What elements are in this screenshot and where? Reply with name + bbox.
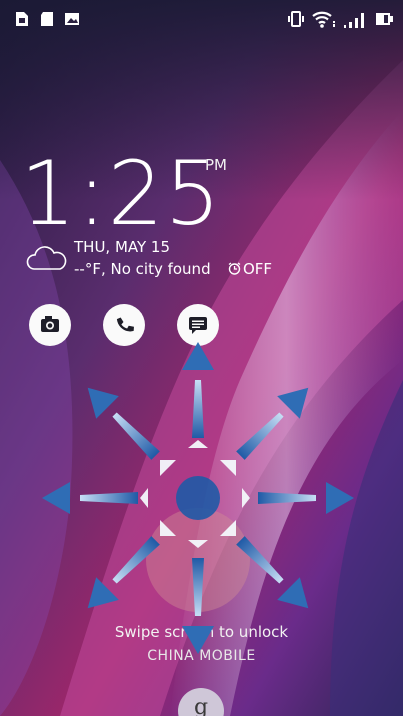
arrow-up-left: [87, 387, 160, 460]
svg-text:g: g: [194, 695, 208, 716]
arrow-left: [42, 482, 138, 514]
unlock-handle[interactable]: [176, 476, 220, 520]
arrow-right: [258, 482, 354, 514]
lock-screen: 1:25 PM THU, MAY 15 --°F, No city found …: [0, 0, 403, 716]
swipe-gesture-overlay: [42, 342, 354, 654]
google-icon: g: [194, 695, 208, 716]
google-search-handle[interactable]: g: [178, 688, 224, 716]
arrow-up-right: [236, 387, 309, 460]
arrow-up: [182, 342, 214, 438]
